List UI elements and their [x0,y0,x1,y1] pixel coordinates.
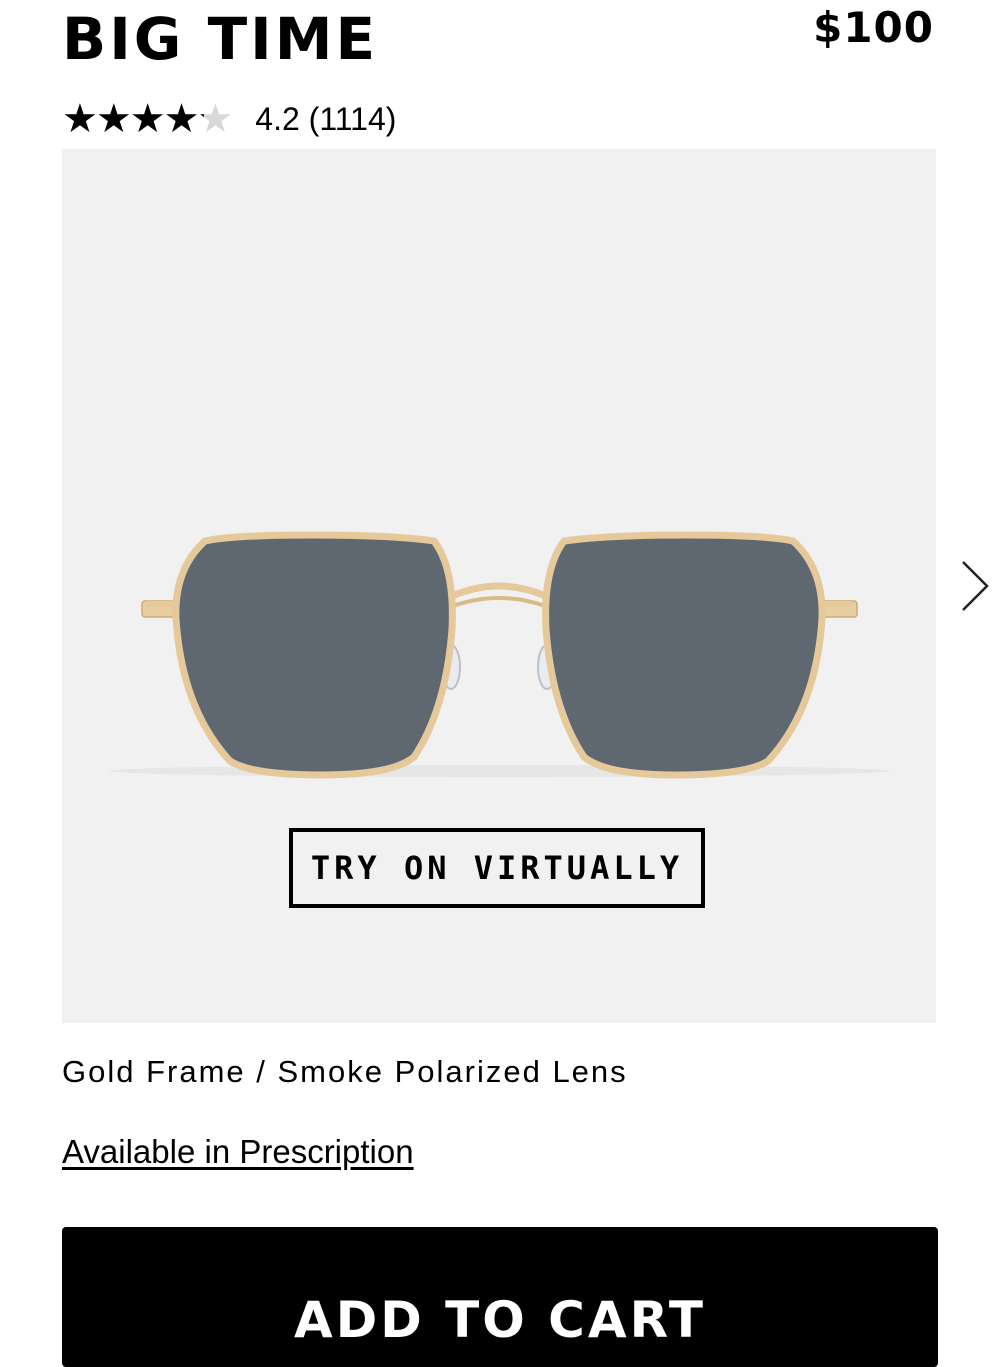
try-on-virtually-button[interactable]: TRY ON VIRTUALLY [289,828,705,908]
star-icons-filled: ★★★★★ [62,98,204,140]
rating-row[interactable]: ★★★★★ ★★★★★ 4.2 (1114) [62,98,396,140]
product-price: $100 [813,3,934,52]
star-rating: ★★★★★ ★★★★★ [62,98,233,140]
add-to-cart-button[interactable]: ADD TO CART [62,1227,938,1367]
variant-description: Gold Frame / Smoke Polarized Lens [62,1054,628,1089]
prescription-link[interactable]: Available in Prescription [62,1130,414,1174]
chevron-right-icon[interactable] [955,556,995,616]
product-image-panel[interactable]: TRY ON VIRTUALLY [62,149,936,1023]
product-title: BIG TIME [62,5,379,73]
rating-count: 4.2 (1114) [255,101,397,137]
